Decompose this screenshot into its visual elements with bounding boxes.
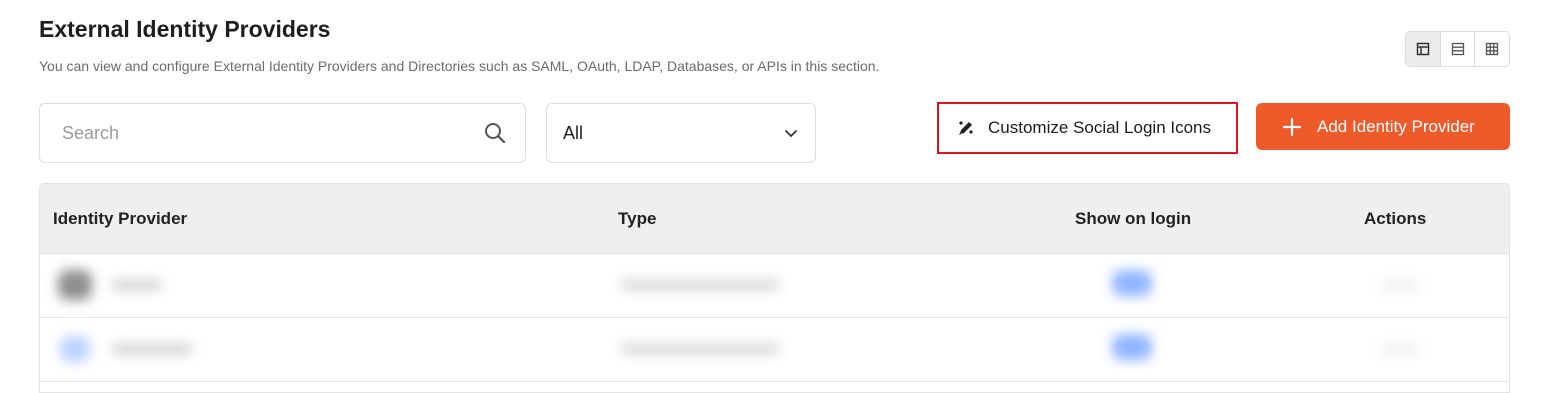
grid-view-icon xyxy=(1486,42,1499,56)
provider-logo xyxy=(58,270,92,300)
chevron-down-icon xyxy=(785,130,797,137)
show-on-login-toggle[interactable] xyxy=(1112,334,1152,360)
provider-name-redacted xyxy=(112,344,192,354)
search-box xyxy=(39,103,526,163)
column-header-type: Type xyxy=(618,209,657,228)
row-actions-redacted[interactable] xyxy=(1380,280,1420,290)
table-row[interactable] xyxy=(40,254,1509,318)
type-filter-select[interactable]: All xyxy=(546,103,816,163)
view-toggle xyxy=(1405,31,1510,67)
grid-view-button[interactable] xyxy=(1475,32,1509,66)
column-header-show-on-login: Show on login xyxy=(1075,209,1192,228)
customize-social-login-icons-button[interactable]: Customize Social Login Icons xyxy=(937,102,1238,154)
card-view-button[interactable] xyxy=(1406,32,1441,66)
provider-type-redacted xyxy=(620,280,780,290)
filter-selected-value: All xyxy=(563,122,584,143)
list-view-icon xyxy=(1451,42,1464,56)
table-header: Identity Provider Type Show on login Act… xyxy=(40,184,1509,254)
table-row[interactable] xyxy=(40,318,1509,382)
page-title: External Identity Providers xyxy=(39,16,331,42)
page-subtitle: You can view and configure External Iden… xyxy=(39,58,880,74)
provider-type-redacted xyxy=(620,344,780,354)
row-actions-redacted[interactable] xyxy=(1380,344,1420,354)
add-button-label: Add Identity Provider xyxy=(1317,116,1475,136)
search-input[interactable] xyxy=(60,121,483,145)
add-identity-provider-button[interactable]: Add Identity Provider xyxy=(1256,103,1510,150)
column-header-identity-provider: Identity Provider xyxy=(53,209,188,228)
customize-button-label: Customize Social Login Icons xyxy=(988,118,1212,137)
show-on-login-toggle[interactable] xyxy=(1112,270,1152,296)
column-header-actions: Actions xyxy=(1364,209,1427,228)
provider-name-redacted xyxy=(112,280,162,290)
pencil-brush-icon xyxy=(959,121,973,135)
search-icon[interactable] xyxy=(483,121,507,145)
plus-icon xyxy=(1282,117,1302,136)
identity-providers-table: Identity Provider Type Show on login Act… xyxy=(39,183,1510,393)
card-view-icon xyxy=(1416,42,1430,56)
list-view-button[interactable] xyxy=(1441,32,1476,66)
provider-logo xyxy=(60,336,90,362)
